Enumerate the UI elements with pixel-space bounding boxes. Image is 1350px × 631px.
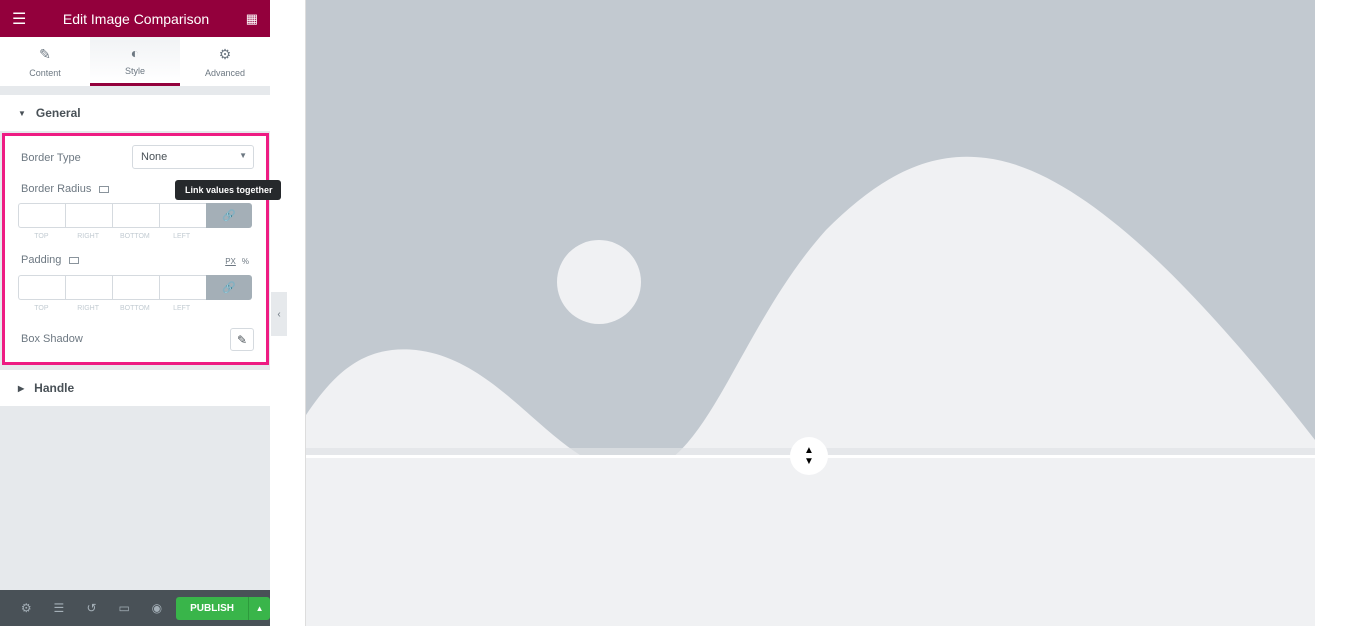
desktop-icon[interactable]: [99, 185, 110, 193]
link-values-button[interactable]: 🔗: [206, 275, 252, 300]
dim-label: RIGHT: [77, 233, 100, 240]
tab-advanced[interactable]: ⚙ Advanced: [180, 37, 270, 86]
tab-style[interactable]: ◐ Style: [90, 37, 180, 86]
hamburger-icon[interactable]: ☰: [12, 9, 26, 29]
link-icon: 🔗: [222, 282, 236, 294]
panel-tabs: ✎ Content ◐ Style ⚙ Advanced: [0, 37, 270, 86]
chevron-left-icon: ‹: [277, 308, 281, 320]
unit-px[interactable]: PX: [225, 257, 236, 266]
link-values-button[interactable]: 🔗: [206, 203, 252, 228]
radius-left-input[interactable]: [159, 203, 206, 228]
desktop-icon[interactable]: [69, 256, 80, 264]
preview-eye-icon[interactable]: ◉: [141, 601, 174, 615]
collapse-panel-button[interactable]: ‹: [271, 292, 287, 336]
dim-label: TOP: [34, 233, 49, 240]
border-type-label: Border Type: [21, 152, 81, 164]
section-title: General: [35, 106, 81, 120]
panel-footer: ⚙ ☰ ↺ ▭ ◉ PUBLISH ▲: [0, 590, 271, 626]
comparison-handle[interactable]: ▲ ▼: [790, 437, 828, 475]
tab-label: Advanced: [204, 67, 246, 78]
border-type-select[interactable]: None ▼: [132, 145, 254, 169]
publish-options-button[interactable]: ▲: [248, 596, 271, 620]
padding-label: Padding: [21, 254, 80, 266]
image-comparison-widget: [305, 0, 1315, 626]
general-controls: Border Type None ▼ Border Radius 🔗 TOP RIG…: [2, 133, 269, 365]
border-radius-label: Border Radius: [21, 183, 110, 195]
chevron-down-icon: ▼: [239, 151, 247, 160]
radius-top-input[interactable]: [18, 203, 65, 228]
padding-left-input[interactable]: [159, 275, 206, 300]
gear-icon: ⚙: [218, 45, 232, 62]
unit-percent[interactable]: %: [242, 257, 249, 266]
tab-label: Content: [29, 67, 61, 78]
padding-bottom-input[interactable]: [112, 275, 159, 300]
caret-up-icon: ▲: [255, 603, 264, 613]
layers-icon[interactable]: ☰: [43, 601, 76, 615]
editor-panel: ☰ Edit Image Comparison ▦ ✎ Content ◐ Styl…: [0, 0, 281, 626]
placeholder-image: [306, 0, 1315, 626]
link-icon: 🔗: [222, 210, 236, 222]
dim-label: BOTTOM: [119, 305, 150, 312]
sun-shape: [557, 240, 641, 324]
border-radius-inputs: 🔗: [18, 203, 252, 228]
section-title: Handle: [34, 381, 75, 395]
dim-label: LEFT: [173, 233, 191, 240]
link-tooltip: Link values together: [175, 180, 281, 200]
history-icon[interactable]: ↺: [75, 601, 108, 615]
radius-dim-labels: TOP RIGHT BOTTOM LEFT: [18, 233, 205, 240]
publish-group: PUBLISH ▲: [176, 596, 271, 620]
dim-label: BOTTOM: [119, 233, 150, 240]
publish-button[interactable]: PUBLISH: [176, 596, 249, 620]
section-general[interactable]: ▼ General: [0, 95, 270, 131]
tab-content[interactable]: ✎ Content: [0, 37, 90, 86]
section-handle[interactable]: ▶ Handle: [0, 370, 270, 406]
pencil-icon: ✎: [39, 45, 51, 62]
unit-switch: PX%: [225, 257, 249, 266]
pencil-icon: ✎: [236, 332, 248, 347]
arrow-up-icon: ▲: [804, 445, 814, 456]
settings-icon[interactable]: ⚙: [10, 601, 43, 615]
box-shadow-label: Box Shadow: [21, 333, 83, 345]
contrast-icon: ◐: [130, 44, 140, 61]
padding-top-input[interactable]: [18, 275, 65, 300]
panel-header: ☰ Edit Image Comparison ▦: [0, 0, 270, 37]
label-text: Padding: [21, 254, 62, 266]
panel-title: Edit Image Comparison: [62, 10, 210, 27]
label-text: Border Radius: [21, 183, 92, 195]
padding-dim-labels: TOP RIGHT BOTTOM LEFT: [18, 305, 205, 312]
after-image: [306, 457, 1315, 626]
select-value: None: [141, 151, 168, 163]
caret-right-icon: ▶: [18, 383, 25, 393]
tab-label: Style: [124, 65, 145, 76]
dim-label: LEFT: [173, 305, 191, 312]
padding-inputs: 🔗: [18, 275, 252, 300]
dim-label: RIGHT: [77, 305, 100, 312]
grid-icon[interactable]: ▦: [246, 11, 258, 27]
box-shadow-edit-button[interactable]: ✎: [230, 328, 254, 351]
caret-down-icon: ▼: [18, 108, 26, 118]
responsive-icon[interactable]: ▭: [108, 601, 141, 615]
padding-right-input[interactable]: [65, 275, 112, 300]
radius-bottom-input[interactable]: [112, 203, 159, 228]
radius-right-input[interactable]: [65, 203, 112, 228]
dim-label: TOP: [34, 305, 49, 312]
arrow-down-icon: ▼: [804, 456, 814, 467]
